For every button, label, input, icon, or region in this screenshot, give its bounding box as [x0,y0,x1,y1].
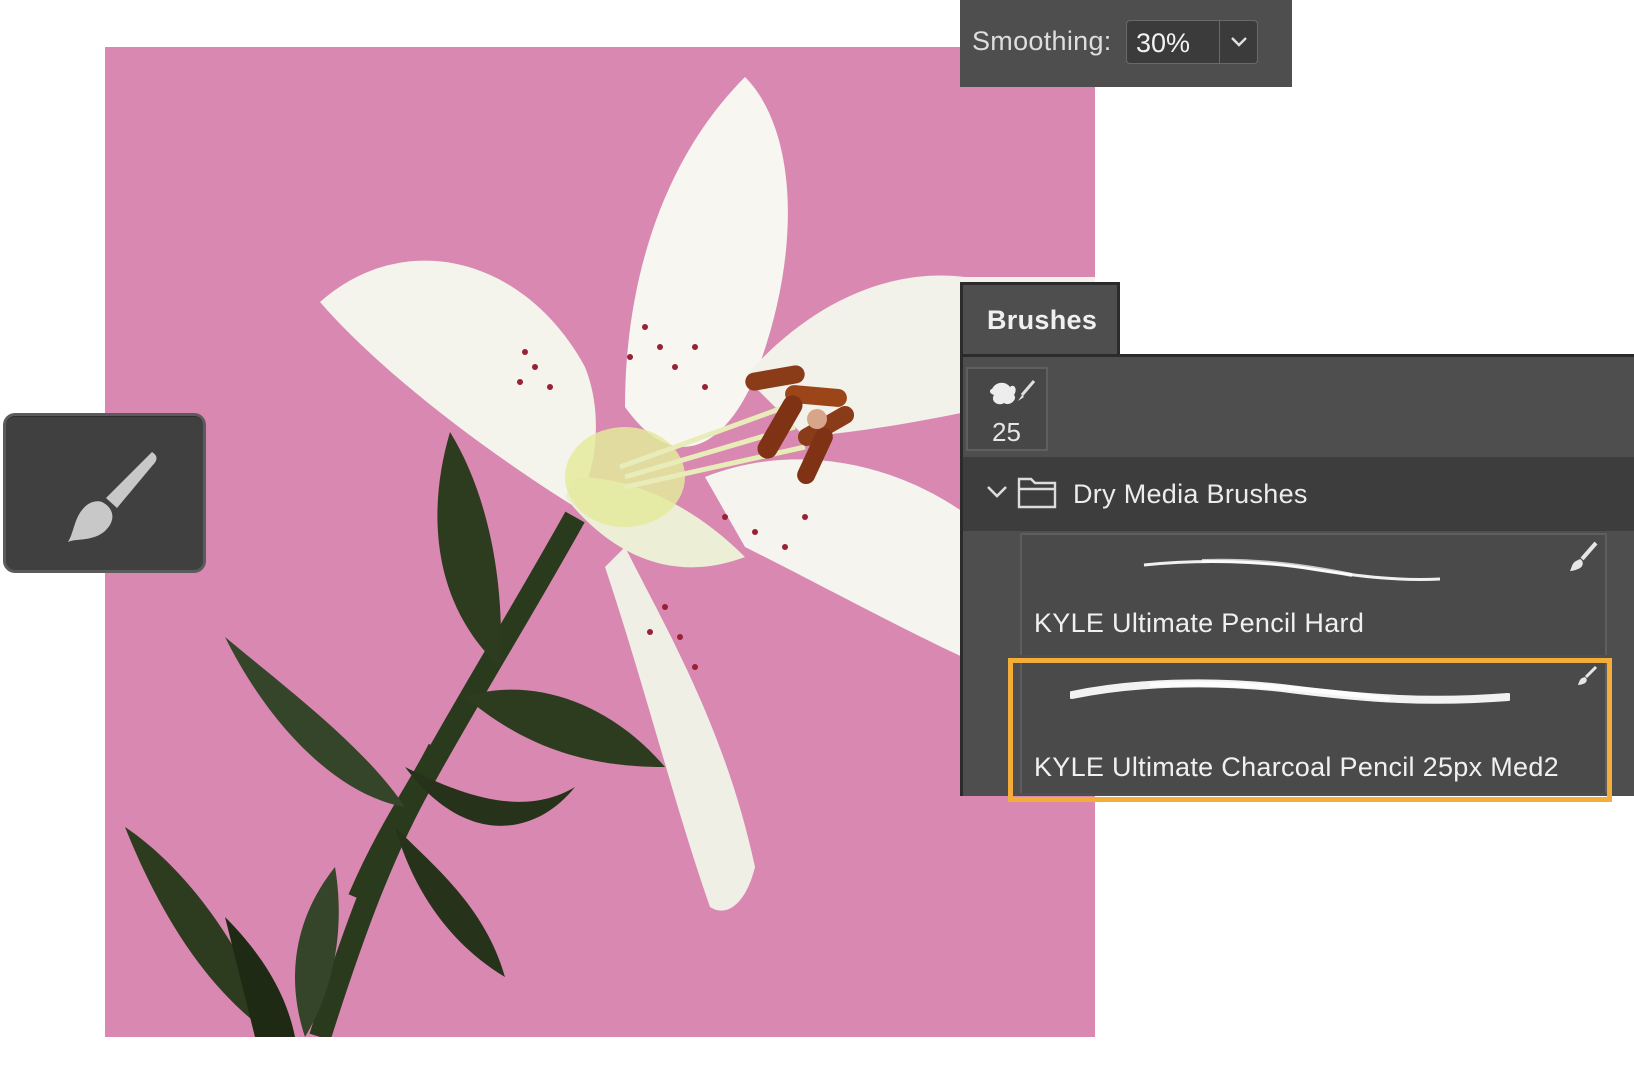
lily-image [125,77,1095,1037]
brush-item-name: KYLE Ultimate Pencil Hard [1034,608,1365,638]
brush-item[interactable]: KYLE Ultimate Pencil Hard [1020,533,1607,655]
chevron-down-icon[interactable] [985,483,1009,501]
brush-item-name: KYLE Ultimate Charcoal Pencil 25px Med2 [1034,752,1559,782]
brush-icon [1570,541,1598,571]
brush-tool-button[interactable] [3,413,206,573]
chevron-down-icon [1231,37,1247,47]
brushes-panel: 25 Dry Media Brushes KYLE Ultimate Penci… [960,354,1634,796]
brush-stroke-preview [1070,679,1510,704]
brush-tip-icon [990,380,1036,405]
smoothing-dropdown-button[interactable] [1220,20,1258,64]
screenshot-stage: Smoothing: 30% Brushes 25 Dry Media Brus… [0,0,1634,1080]
options-bar: Smoothing: 30% [960,0,1292,87]
tab-brushes[interactable]: Brushes [960,282,1120,357]
brush-icon [1578,665,1598,685]
brush-icon [68,452,157,542]
brush-stroke-preview [1143,558,1441,582]
smoothing-label: Smoothing: [972,26,1112,56]
folder-icon [1017,477,1057,509]
smoothing-input[interactable]: 30% [1126,20,1220,64]
brush-size-value: 25 [992,417,1021,447]
brush-group-label: Dry Media Brushes [1073,479,1308,509]
brush-size-preset[interactable]: 25 [966,367,1048,451]
tab-brushes-label: Brushes [987,305,1098,335]
document-canvas[interactable] [105,47,1095,1037]
brush-group-dry-media[interactable]: Dry Media Brushes [963,457,1634,531]
brush-item-selected[interactable]: KYLE Ultimate Charcoal Pencil 25px Med2 [1020,659,1607,793]
